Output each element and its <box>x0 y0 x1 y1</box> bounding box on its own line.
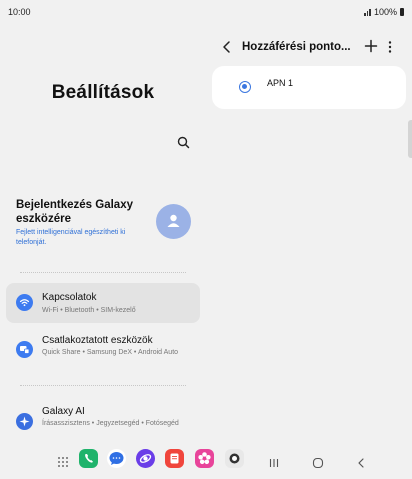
signal-icon <box>364 8 371 16</box>
apn-title: Hozzáférési ponto... <box>242 41 351 53</box>
more-vertical-icon <box>388 41 392 53</box>
connected-devices-icon <box>16 341 33 358</box>
page-title: Beállítások <box>51 82 155 103</box>
menu-item-subtitle: Wi-Fi • Bluetooth • SIM-kezelő <box>42 307 136 314</box>
search-icon <box>177 136 190 149</box>
camera-app-icon[interactable] <box>225 449 244 468</box>
account-title: Bejelentkezés Galaxy eszközére <box>16 199 133 225</box>
menu-item-title: Kapcsolatok <box>42 292 97 303</box>
menu-item-galaxy-ai[interactable]: Galaxy AI Írásasszisztens • Jegyzetsegéd… <box>6 398 200 440</box>
menu-item-title: Galaxy AI <box>42 406 85 417</box>
taskbar <box>0 447 412 479</box>
battery-percent: 100% <box>373 7 397 17</box>
wifi-icon <box>16 294 33 311</box>
internet-app-icon[interactable] <box>136 449 155 468</box>
chevron-left-icon <box>223 41 230 53</box>
apn-radio-button[interactable] <box>239 81 251 93</box>
battery-icon <box>400 8 404 16</box>
menu-item-subtitle: Írásasszisztens • Jegyzetsegéd • Fotóseg… <box>42 420 179 427</box>
gallery-app-icon[interactable] <box>195 449 214 468</box>
menu-item-subtitle: Quick Share • Samsung DeX • Android Auto <box>42 349 179 356</box>
more-options-button[interactable] <box>386 39 394 55</box>
grid-icon <box>58 457 68 467</box>
divider <box>20 272 186 273</box>
menu-item-connections[interactable]: Kapcsolatok Wi-Fi • Bluetooth • SIM-keze… <box>6 283 200 323</box>
divider <box>20 385 186 386</box>
status-icons: 100% <box>364 7 404 17</box>
edge-panel-handle[interactable] <box>408 120 412 158</box>
add-button[interactable] <box>363 38 379 54</box>
phone-app-icon[interactable] <box>79 449 98 468</box>
back-button[interactable] <box>220 39 234 55</box>
nav-back-button[interactable] <box>355 456 367 468</box>
status-bar: 10:00 100% <box>0 0 412 22</box>
galaxy-ai-icon <box>16 413 33 430</box>
messages-app-icon[interactable] <box>107 449 126 468</box>
person-icon <box>167 214 180 227</box>
avatar[interactable] <box>156 204 191 239</box>
back-icon <box>358 458 364 468</box>
menu-item-connected-devices[interactable]: Csatlakoztatott eszközök Quick Share • S… <box>6 330 200 372</box>
account-subtitle: Fejlett intelligenciával egészítheti ki … <box>16 229 126 246</box>
plus-icon <box>364 39 378 53</box>
search-button[interactable] <box>175 134 193 152</box>
apn-label: APN 1 <box>267 78 294 88</box>
app-drawer-button[interactable] <box>57 455 69 467</box>
recent-apps-button[interactable] <box>268 456 280 468</box>
recents-icon <box>269 459 279 467</box>
apn-header: Hozzáférési ponto... <box>206 36 412 58</box>
home-button[interactable] <box>312 456 324 469</box>
menu-item-title: Csatlakoztatott eszközök <box>42 335 153 346</box>
apn-list-item[interactable]: APN 1 <box>212 66 406 109</box>
home-icon <box>312 457 324 469</box>
clock: 10:00 <box>8 7 31 17</box>
notes-app-icon[interactable] <box>165 449 184 468</box>
